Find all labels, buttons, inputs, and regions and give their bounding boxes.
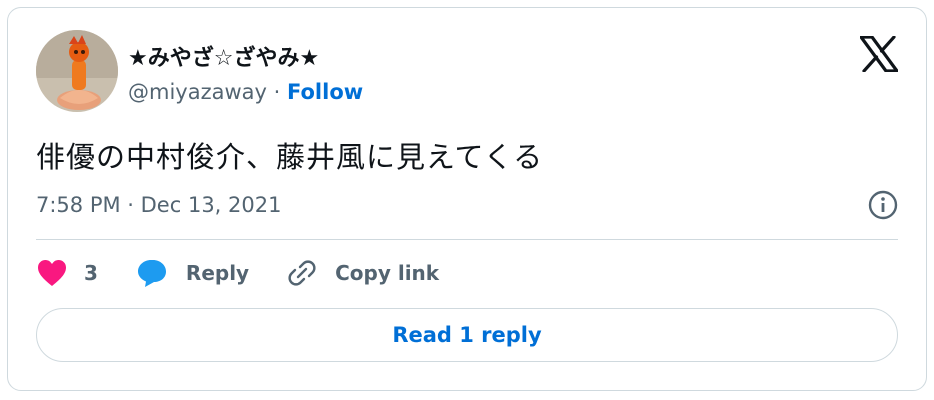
divider <box>36 239 898 240</box>
avatar[interactable] <box>36 30 118 112</box>
speech-bubble-icon <box>137 260 166 287</box>
read-replies-label: Read 1 reply <box>392 323 542 347</box>
reply-button[interactable]: Reply <box>136 258 249 288</box>
tweet-actions: 3 Reply Copy link <box>36 256 477 290</box>
x-logo-icon[interactable] <box>859 35 899 73</box>
heart-icon <box>38 260 66 286</box>
copy-link-label: Copy link <box>335 261 440 285</box>
author-display-name[interactable]: ★みやざ☆ざやみ★ <box>128 40 319 72</box>
read-replies-button[interactable]: Read 1 reply <box>36 308 898 362</box>
tweet-timestamp[interactable]: 7:58 PM · Dec 13, 2021 <box>36 193 281 217</box>
author-handle-row: @miyazaway · Follow <box>128 80 363 104</box>
reply-label: Reply <box>185 261 250 285</box>
author-handle[interactable]: @miyazaway <box>128 80 267 104</box>
info-icon[interactable] <box>867 189 899 221</box>
orange-figure-avatar-icon <box>36 30 118 112</box>
link-icon <box>288 260 316 286</box>
tweet-text: 俳優の中村俊介、藤井風に見えてくる <box>36 140 544 174</box>
like-button[interactable]: 3 <box>36 258 98 288</box>
follow-button[interactable]: Follow <box>287 80 363 104</box>
embedded-tweet-card: ★みやざ☆ざやみ★ @miyazaway · Follow 俳優の中村俊介、藤井… <box>7 7 927 391</box>
like-count: 3 <box>84 261 98 285</box>
separator-dot: · <box>273 80 281 104</box>
copy-link-button[interactable]: Copy link <box>287 258 439 288</box>
